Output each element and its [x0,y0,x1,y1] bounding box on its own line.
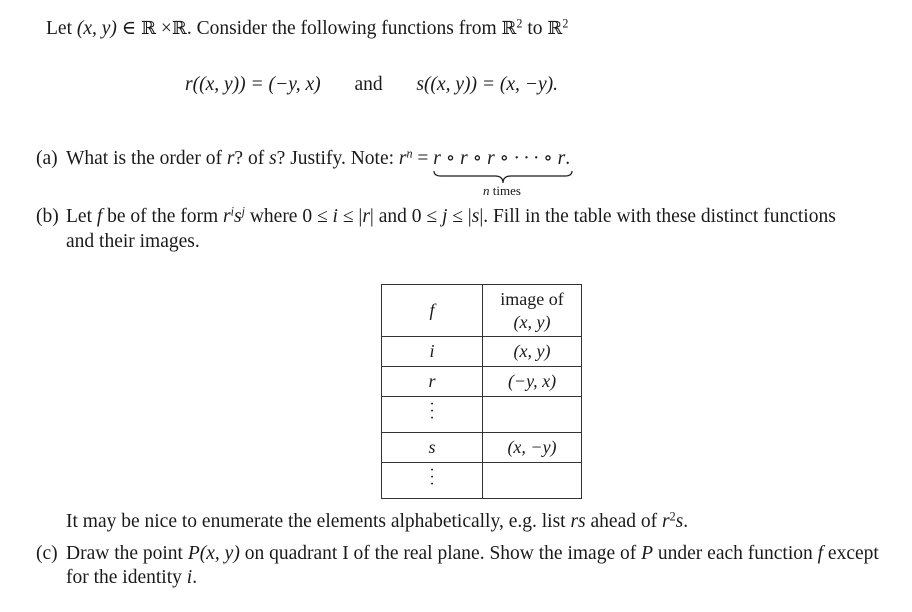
text: . [565,148,571,169]
table-row: · · · [381,462,582,499]
text: ? of [234,148,265,169]
reals-symbol: ℝ [141,18,157,39]
text: on quadrant I of the real plane. Show th… [244,543,637,564]
intro-sentence: Let (x, y) ∈ ℝ ×ℝ. Consider the followin… [46,16,568,40]
math-s: s [234,206,242,227]
vdots: · · · [429,396,435,427]
text: times [489,183,521,198]
part-b-continued: and their images. [66,231,200,252]
text: ≤ | [342,206,363,227]
text: be of the form [107,206,219,227]
text: It may be nice to enumerate the elements… [66,511,566,532]
function-definitions: r((x, y)) = (−y, x) and s((x, y)) = (x, … [185,74,558,96]
text: | and 0 ≤ [369,206,438,227]
cell-function: i [381,336,483,367]
math-P: P [187,543,200,564]
math-r: r [223,206,231,227]
argument: ((x, y)) [192,74,246,95]
exponent: 2 [516,16,523,31]
table-header-row: f image of (x, y) [381,284,582,337]
part-a: (a) What is the order of r? of s? Justify… [36,146,573,184]
text: ≤ | [452,206,472,227]
header-image-line2: (x, y) [513,311,551,332]
text: Let [66,206,92,227]
reals-symbol: ℝ [501,18,517,39]
part-label: (c) [36,543,58,564]
exponent: j [241,204,245,219]
function-r: r [185,74,193,95]
text: |. Fill in the table with these distinct… [479,206,836,227]
part-label: (b) [36,206,59,227]
cell-image[interactable] [482,462,582,499]
cell-image[interactable]: (−y, x) [482,366,582,397]
reals-symbol: ℝ [171,18,187,39]
function-s: s [416,74,424,95]
math-r: r [662,511,670,532]
text: under each function [657,543,813,564]
math-rs: rs [570,511,586,532]
cell-function: r [381,366,483,397]
math-j: j [441,206,448,227]
math-i: i [332,206,338,227]
times-symbol: × [160,18,172,39]
table-row: r (−y, x) [381,366,582,397]
text: to [527,18,543,39]
composition-underbrace: r ∘ r ∘ r ∘ · · · ∘ r [433,146,573,184]
reals-symbol: ℝ [547,18,563,39]
composition: r ∘ r ∘ r ∘ · · · ∘ r [433,148,566,169]
math-f: f [817,543,824,564]
math-P: P [641,543,654,564]
cell-function[interactable]: · · · [381,462,483,499]
text: Draw the point [66,543,183,564]
text: . [192,567,198,588]
text: ahead of [590,511,658,532]
function-table: f image of (x, y) i (x, y) r (−y, x) · · ·… [381,284,582,499]
table-row: s (x, −y) [381,432,582,463]
cell-function[interactable]: · · · [381,396,483,433]
part-c-continued: for the identity i. [66,567,197,589]
math-f: f [96,206,103,227]
cell-function: s [381,432,483,463]
vdots: · · · [429,462,435,493]
text: . [683,511,689,532]
math-r: r [362,206,370,227]
table-row: · · · [381,396,582,433]
text: for the identity [66,567,182,588]
text: except [827,543,879,564]
header-f: f [381,284,483,337]
text: What is the order of [66,148,222,169]
exponent: n [406,146,413,161]
text: where 0 ≤ [249,206,328,227]
math-pair: (x, y) [199,543,240,564]
underbrace-icon [433,170,573,184]
cell-image[interactable]: (x, −y) [482,432,582,463]
text: Let [46,18,72,39]
text: ? Justify. Note: [276,148,395,169]
math-pair: (x, y) [76,18,117,39]
equals: = [417,148,429,169]
argument: ((x, y)) [423,74,477,95]
element-of-symbol: ∈ [121,18,137,39]
r-definition: = (−y, x) [250,74,321,95]
cell-image[interactable]: (x, y) [482,336,582,367]
text: . Consider the following functions from [186,18,497,39]
header-image-line1: image of [500,288,564,309]
brace-label: n times [483,183,521,199]
math-s: s [269,148,277,169]
s-definition: = (x, −y). [481,74,558,95]
part-c: (c) Draw the point P(x, y) on quadrant I … [36,543,879,565]
and-text: and [354,74,383,95]
part-label: (a) [36,148,58,169]
part-b: (b) Let f be of the form risj where 0 ≤ i… [36,204,836,228]
hint: It may be nice to enumerate the elements… [66,510,689,533]
header-image: image of (x, y) [482,284,582,337]
exponent: 2 [562,16,569,31]
cell-image[interactable] [482,396,582,433]
table-row: i (x, y) [381,336,582,367]
